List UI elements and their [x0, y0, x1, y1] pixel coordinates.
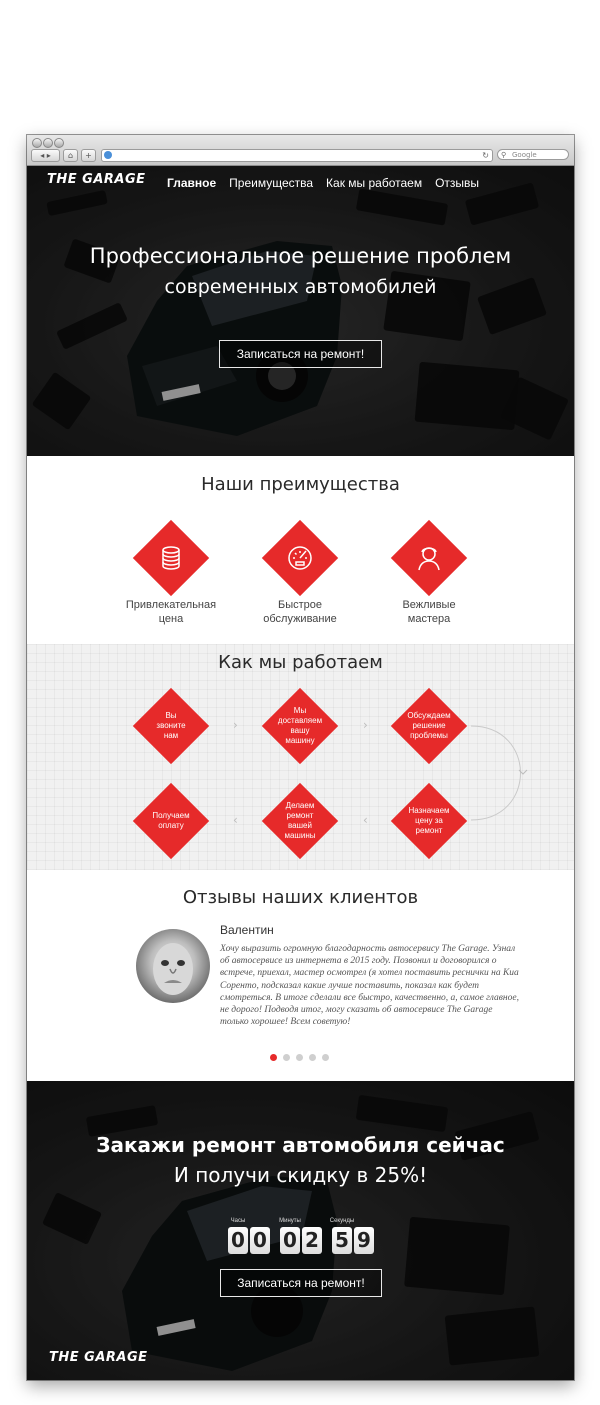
timer-digit: 0 — [228, 1227, 248, 1254]
reviewer-name: Валентин — [220, 923, 274, 937]
reviewer-avatar — [136, 929, 210, 1003]
search-placeholder: Google — [512, 151, 537, 159]
advantages-title: Наши преимущества — [201, 474, 400, 495]
step-text: Вы звоните нам — [156, 711, 186, 740]
zoom-window-button[interactable] — [54, 138, 64, 148]
hero-overlay — [27, 166, 574, 456]
slider-dot[interactable] — [309, 1054, 316, 1061]
arrow-right-icon: › — [233, 718, 238, 732]
search-icon: ⚲ — [501, 151, 507, 159]
step-item: Вы звоните нам — [132, 687, 210, 765]
logo[interactable]: THE GARAGE — [47, 172, 146, 187]
minimize-window-button[interactable] — [43, 138, 53, 148]
advantage-label-line2: мастера — [407, 613, 451, 625]
globe-icon — [104, 151, 112, 159]
nav-item-advantages[interactable]: Преимущества — [229, 176, 313, 190]
timer-label-minutes: Минуты — [279, 1218, 301, 1224]
nav-item-reviews[interactable]: Отзывы — [435, 176, 479, 190]
review-text: Хочу выразить огромную благодарность авт… — [220, 944, 519, 1028]
search-field[interactable]: ⚲ Google — [497, 149, 569, 160]
slider-dot[interactable] — [270, 1054, 277, 1061]
hero-title-line2: современных автомобилей — [164, 276, 437, 298]
arrow-left-icon: ‹ — [363, 813, 368, 827]
reviewer-photo — [153, 943, 193, 995]
worker-icon — [418, 547, 440, 571]
speedometer-icon — [288, 546, 312, 570]
step-text: Получаем оплату — [152, 811, 190, 830]
page-content: THE GARAGE Главное Преимущества Как мы раб… — [27, 166, 574, 1380]
step-item: Получаем оплату — [132, 782, 210, 860]
advantage-label: Быстрое обслуживание — [240, 598, 360, 626]
hero-section: THE GARAGE Главное Преимущества Как мы раб… — [27, 166, 574, 456]
cta-overlay — [27, 1081, 574, 1380]
main-nav: Главное Преимущества Как мы работаем Отзывы — [167, 176, 492, 190]
timer-label-hours: Часы — [230, 1218, 246, 1224]
cta-section: Закажи ремонт автомобиля сейчас И получи… — [27, 1081, 574, 1380]
step-item: Обсуждаем решение проблемы — [390, 687, 468, 765]
back-forward-buttons[interactable]: ◂ ▸ — [31, 149, 60, 162]
coins-icon — [162, 546, 180, 570]
how-we-work-title: Как мы работаем — [218, 652, 383, 673]
timer-digit: 2 — [302, 1227, 322, 1254]
home-button[interactable]: ⌂ — [63, 149, 78, 162]
slider-dot[interactable] — [283, 1054, 290, 1061]
cta-signup-button[interactable]: Записаться на ремонт! — [220, 1269, 382, 1297]
footer-logo[interactable]: THE GARAGE — [49, 1350, 148, 1365]
advantage-label-line1: Вежливые — [402, 599, 456, 611]
step-text: Мы доставляем вашу машину — [277, 706, 323, 745]
cta-title-line2: И получи скидку в 25%! — [173, 1163, 428, 1187]
slider-dot[interactable] — [322, 1054, 329, 1061]
browser-toolbar: ◂ ▸ ⌂ + ↻ ⚲ Google — [27, 135, 574, 166]
nav-item-how-we-work[interactable]: Как мы работаем — [326, 176, 422, 190]
step-item: Делаем ремонт вашей машины — [261, 782, 339, 860]
timer-digit: 0 — [280, 1227, 300, 1254]
step-text: Обсуждаем решение проблемы — [407, 711, 451, 740]
how-we-work-section: Как мы работаем Вы звоните нам Мы достав… — [27, 644, 574, 870]
hero-title-line1: Профессиональное решение проблем — [89, 244, 512, 268]
advantage-label-line2: цена — [158, 613, 184, 625]
arrow-left-icon: ‹ — [233, 813, 238, 827]
timer-digit: 5 — [332, 1227, 352, 1254]
curved-connector-icon — [470, 725, 528, 821]
step-item: Мы доставляем вашу машину — [261, 687, 339, 765]
timer-label-seconds: Секунды — [329, 1218, 355, 1224]
advantage-label: Привлекательная цена — [111, 598, 231, 626]
nav-item-home[interactable]: Главное — [167, 176, 216, 190]
slider-dot[interactable] — [296, 1054, 303, 1061]
advantage-label-line2: обслуживание — [263, 613, 337, 625]
advantage-label-line1: Привлекательная — [125, 599, 217, 611]
browser-window: ◂ ▸ ⌂ + ↻ ⚲ Google THE GARAGE Главное Пр… — [27, 135, 574, 1380]
advantage-label: Вежливые мастера — [369, 598, 489, 626]
step-text: Назначаем цену за ремонт — [408, 806, 450, 835]
address-bar[interactable]: ↻ — [101, 149, 493, 162]
timer-digit: 0 — [250, 1227, 270, 1254]
add-bookmark-button[interactable]: + — [81, 149, 96, 162]
cta-title-line1: Закажи ремонт автомобиля сейчас — [96, 1133, 505, 1157]
reload-icon[interactable]: ↻ — [482, 150, 489, 161]
close-window-button[interactable] — [32, 138, 42, 148]
arrow-right-icon: › — [363, 718, 368, 732]
advantage-label-line1: Быстрое — [277, 599, 323, 611]
step-text: Делаем ремонт вашей машины — [284, 801, 316, 840]
signup-repair-button[interactable]: Записаться на ремонт! — [219, 340, 382, 368]
timer-digit: 9 — [354, 1227, 374, 1254]
reviews-title: Отзывы наших клиентов — [182, 887, 419, 908]
step-item: Назначаем цену за ремонт — [390, 782, 468, 860]
